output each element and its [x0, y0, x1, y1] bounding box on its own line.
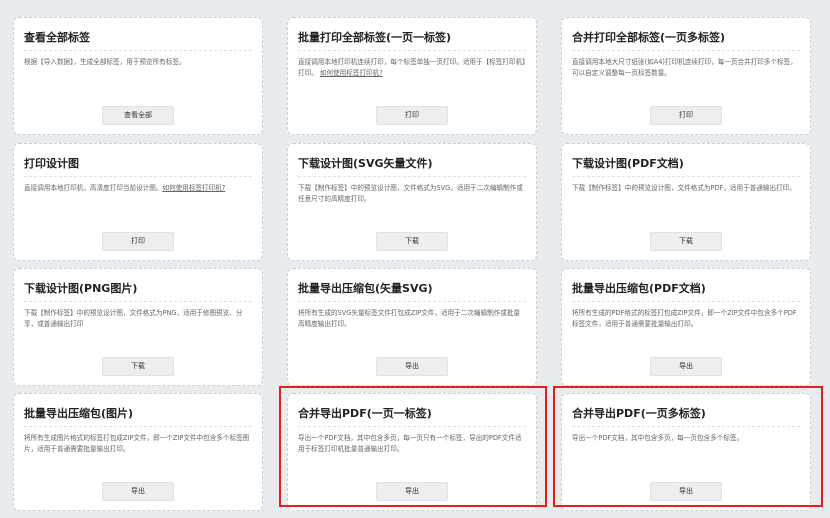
card-export-zip-images: 批量导出压缩包(图片) 将所有生成图片格式的标签打包成ZIP文件，即一个ZIP文…	[13, 393, 263, 511]
view-all-button[interactable]: 查看全部	[102, 106, 174, 125]
how-to-use-label-printer-link[interactable]: 如何使用标签打印机?	[320, 69, 383, 77]
card-title: 查看全部标签	[24, 28, 252, 51]
card-description: 将所有生成的PDF格式的标签打包成ZIP文件，即一个ZIP文件中包含多个PDF标…	[572, 309, 797, 328]
highlight-box	[279, 386, 547, 507]
card-batch-print-one-per-page: 批量打印全部标签(一页一标签) 直接调用本地打印机连续打印，每个标签单独一页打印…	[287, 17, 537, 135]
card-description: 下载【制作标签】中的预览设计图，文件格式为SVG，适用于二次编辑制作或任意尺寸的…	[298, 184, 523, 203]
card-title: 下载设计图(PNG图片)	[24, 279, 252, 302]
highlight-box	[553, 386, 823, 507]
card-description: 直接调用本地打印机，高清度打印当前设计图。如何使用标签打印机?	[24, 184, 226, 192]
card-title: 批量导出压缩包(矢量SVG)	[298, 279, 526, 302]
export-button[interactable]: 导出	[376, 357, 448, 376]
card-title: 批量打印全部标签(一页一标签)	[298, 28, 526, 51]
download-button[interactable]: 下载	[376, 232, 448, 251]
card-export-zip-pdf: 批量导出压缩包(PDF文档) 将所有生成的PDF格式的标签打包成ZIP文件，即一…	[561, 268, 811, 386]
card-description: 将所有生成图片格式的标签打包成ZIP文件，即一个ZIP文件中包含多个标签图片，适…	[24, 434, 250, 453]
card-description: 直接调用本地打印机连续打印，每个标签单独一页打印。适用于【标签打印机】打印。 如…	[298, 58, 526, 77]
how-to-use-label-printer-link[interactable]: 如何使用标签打印机?	[162, 184, 225, 192]
card-description: 下载【制作标签】中的预览设计图，文件格式为PDF，适用于普通输出打印。	[572, 184, 796, 192]
card-description: 将所有生成的SVG矢量标签文件打包成ZIP文件，适用于二次编辑制作或批量高精度输…	[298, 309, 521, 328]
export-button[interactable]: 导出	[650, 357, 722, 376]
card-title: 下载设计图(SVG矢量文件)	[298, 154, 526, 177]
card-description: 直接调用本地大尺寸纸张(如A4)打印机连续打印，每一页合并打印多个标签，可以自定…	[572, 58, 797, 77]
download-button[interactable]: 下载	[102, 357, 174, 376]
card-export-zip-svg: 批量导出压缩包(矢量SVG) 将所有生成的SVG矢量标签文件打包成ZIP文件，适…	[287, 268, 537, 386]
print-button[interactable]: 打印	[650, 106, 722, 125]
card-title: 批量导出压缩包(PDF文档)	[572, 279, 800, 302]
card-print-design: 打印设计图 直接调用本地打印机，高清度打印当前设计图。如何使用标签打印机? 打印	[13, 143, 263, 261]
print-button[interactable]: 打印	[102, 232, 174, 251]
card-view-all: 查看全部标签 根据【导入数据】，生成全部标签，用于预览所有标签。 查看全部	[13, 17, 263, 135]
card-description: 根据【导入数据】，生成全部标签，用于预览所有标签。	[24, 58, 186, 66]
export-options-grid: 查看全部标签 根据【导入数据】，生成全部标签，用于预览所有标签。 查看全部 批量…	[0, 0, 830, 518]
download-button[interactable]: 下载	[650, 232, 722, 251]
card-download-png: 下载设计图(PNG图片) 下载【制作标签】中的预览设计图，文件格式为PNG，适用…	[13, 268, 263, 386]
card-download-pdf: 下载设计图(PDF文档) 下载【制作标签】中的预览设计图，文件格式为PDF，适用…	[561, 143, 811, 261]
export-button[interactable]: 导出	[102, 482, 174, 501]
card-description: 下载【制作标签】中的预览设计图，文件格式为PNG，适用于修图预览、分享，或普通输…	[24, 309, 243, 328]
card-title: 下载设计图(PDF文档)	[572, 154, 800, 177]
card-merge-print-multi-per-page: 合并打印全部标签(一页多标签) 直接调用本地大尺寸纸张(如A4)打印机连续打印，…	[561, 17, 811, 135]
card-title: 合并打印全部标签(一页多标签)	[572, 28, 800, 51]
card-download-svg: 下载设计图(SVG矢量文件) 下载【制作标签】中的预览设计图，文件格式为SVG，…	[287, 143, 537, 261]
card-title: 打印设计图	[24, 154, 252, 177]
card-title: 批量导出压缩包(图片)	[24, 404, 252, 427]
print-button[interactable]: 打印	[376, 106, 448, 125]
